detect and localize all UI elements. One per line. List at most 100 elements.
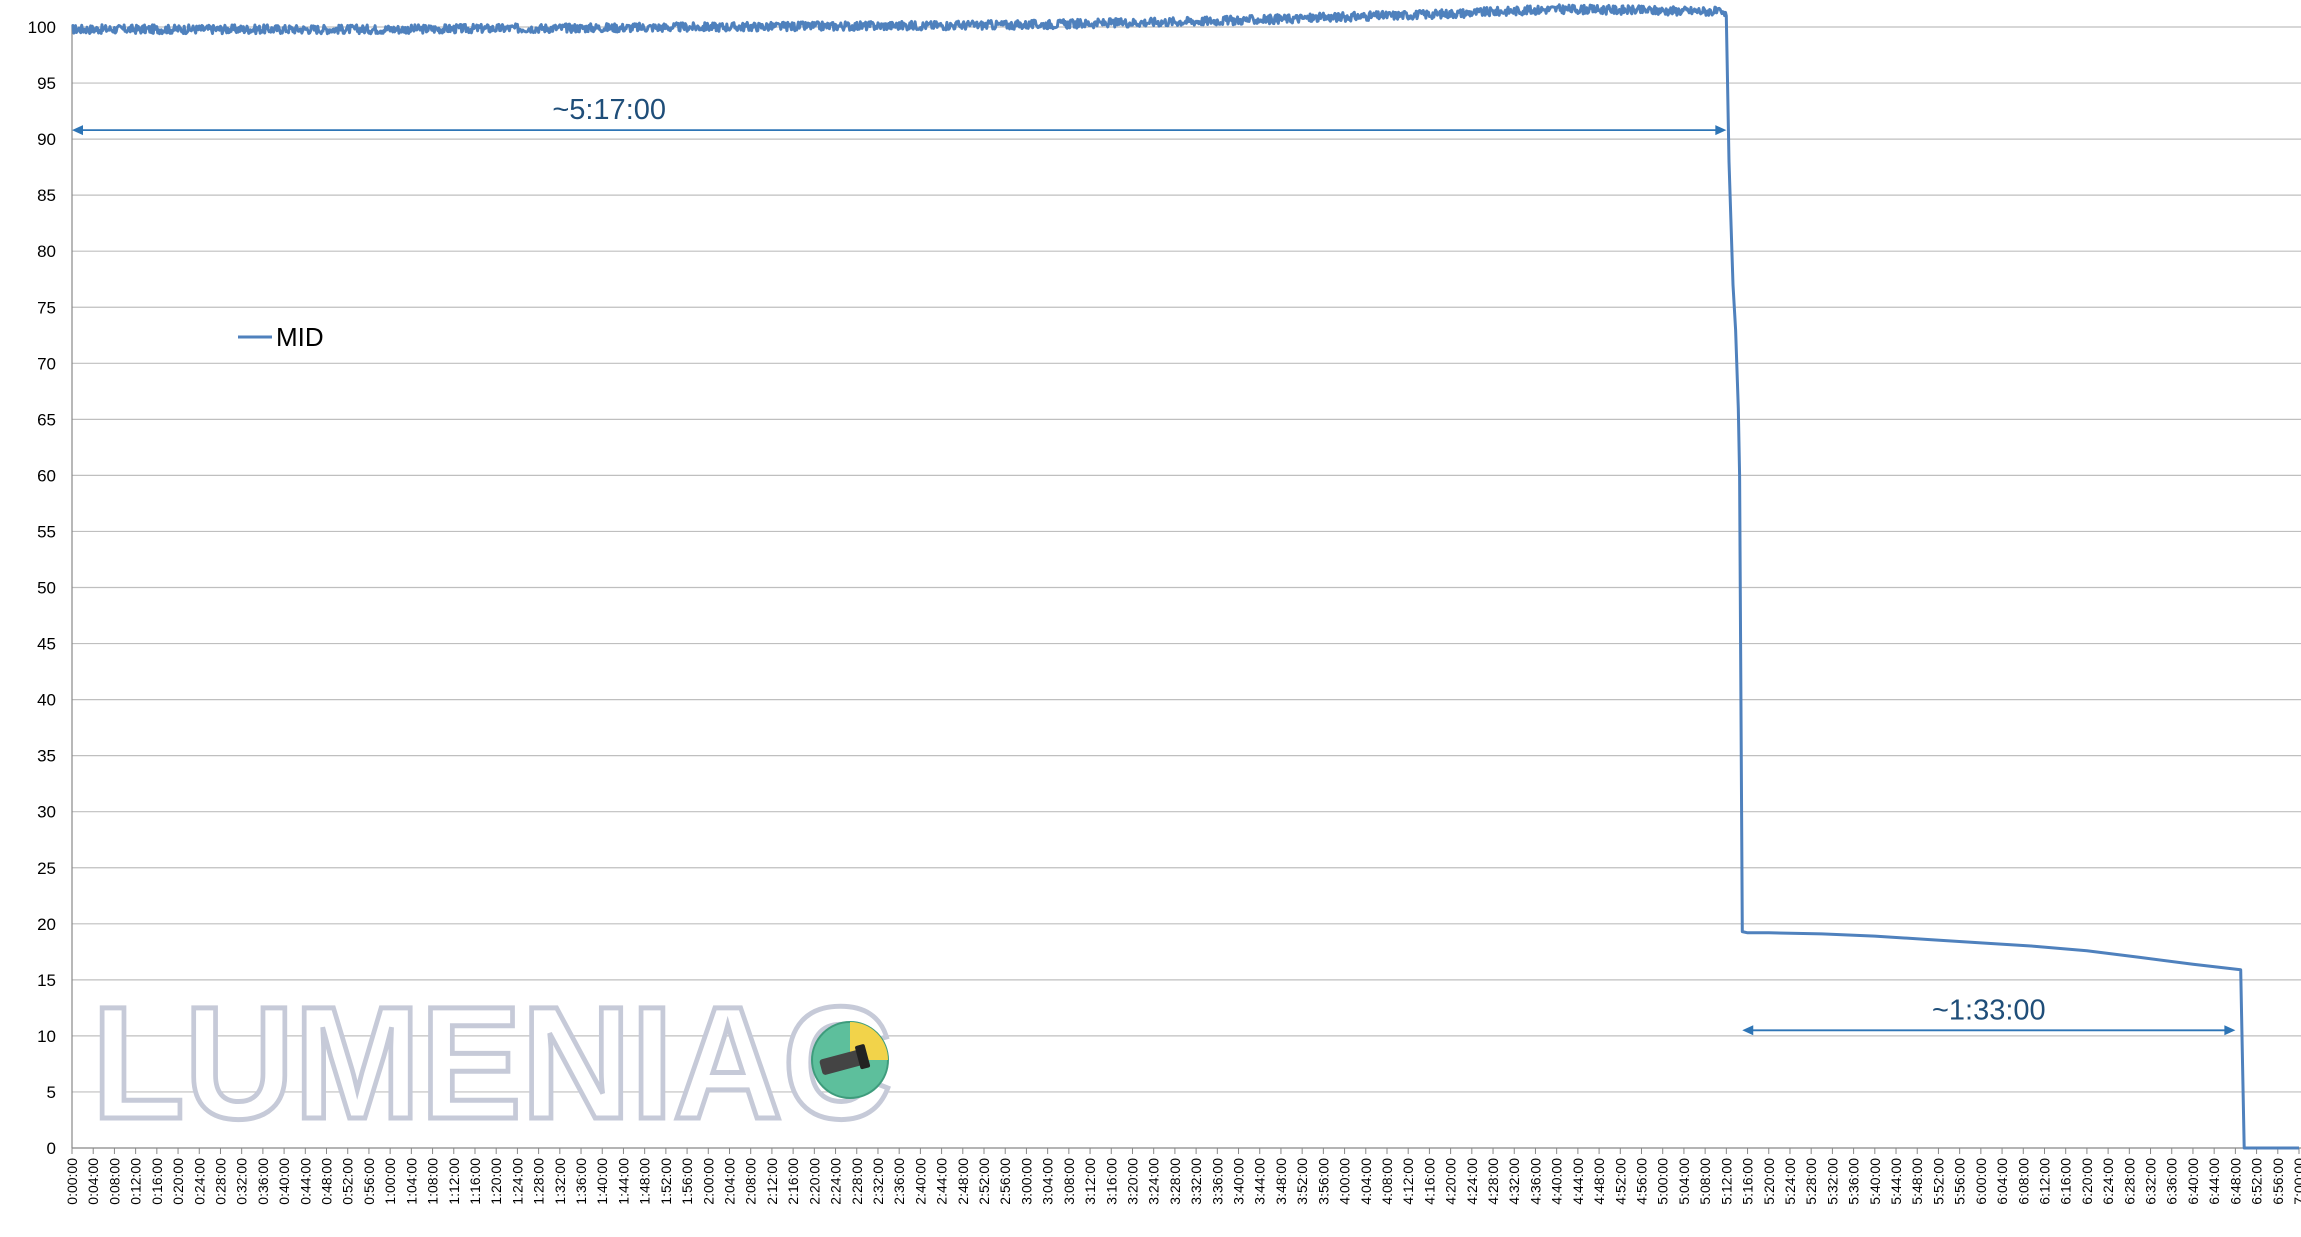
x-tick-label: 0:16:00: [149, 1158, 165, 1205]
annotation-label: ~1:33:00: [1932, 994, 2046, 1026]
x-tick-label: 5:24:00: [1782, 1158, 1798, 1205]
x-tick-label: 6:56:00: [2270, 1158, 2286, 1205]
x-tick-label: 1:12:00: [446, 1158, 462, 1205]
x-tick-label: 4:28:00: [1485, 1158, 1501, 1205]
y-tick-label: 75: [37, 298, 56, 317]
x-tick-label: 0:12:00: [128, 1158, 144, 1205]
y-axis-ticks: 0 5 10 15 20 25 30 35 40 45 50 55 60 65 70 75 80 85 90 95 10…: [28, 18, 56, 1158]
y-tick-label: 5: [47, 1083, 56, 1102]
x-tick-label: 3:28:00: [1167, 1158, 1183, 1205]
y-tick-label: 30: [37, 803, 56, 822]
y-tick-label: 45: [37, 635, 56, 654]
x-tick-label: 2:16:00: [785, 1158, 801, 1205]
x-tick-label: 1:56:00: [679, 1158, 695, 1205]
x-tick-label: 4:32:00: [1506, 1158, 1522, 1205]
y-tick-label: 35: [37, 747, 56, 766]
x-tick-label: 6:00:00: [1973, 1158, 1989, 1205]
x-tick-label: 4:20:00: [1443, 1158, 1459, 1205]
x-tick-label: 6:08:00: [2015, 1158, 2031, 1205]
x-tick-label: 3:08:00: [1061, 1158, 1077, 1205]
x-tick-label: 1:32:00: [552, 1158, 568, 1205]
x-tick-label: 3:32:00: [1188, 1158, 1204, 1205]
x-tick-label: 4:16:00: [1421, 1158, 1437, 1205]
x-tick-label: 2:44:00: [934, 1158, 950, 1205]
x-tick-label: 5:00:00: [1655, 1158, 1671, 1205]
x-tick-label: 6:20:00: [2079, 1158, 2095, 1205]
x-tick-label: 3:44:00: [1252, 1158, 1268, 1205]
x-tick-label: 0:20:00: [170, 1158, 186, 1205]
x-tick-label: 4:48:00: [1591, 1158, 1607, 1205]
x-tick-label: 3:40:00: [1231, 1158, 1247, 1205]
y-tick-label: 10: [37, 1027, 56, 1046]
y-tick-label: 80: [37, 242, 56, 261]
x-tick-label: 1:28:00: [531, 1158, 547, 1205]
x-tick-label: 5:40:00: [1867, 1158, 1883, 1205]
x-axis-ticks: 0:00:00 0:04:00 0:08:00 0:12:00 0:16:00 0:20:…: [64, 1148, 2301, 1205]
x-tick-label: 6:36:00: [2164, 1158, 2180, 1205]
annotations: ~5:17:00 ~1:33:00: [72, 94, 2236, 1036]
x-tick-label: 1:48:00: [637, 1158, 653, 1205]
y-tick-label: 25: [37, 859, 56, 878]
x-tick-label: 1:20:00: [488, 1158, 504, 1205]
x-tick-label: 2:24:00: [828, 1158, 844, 1205]
x-tick-label: 2:12:00: [764, 1158, 780, 1205]
x-tick-label: 4:04:00: [1358, 1158, 1374, 1205]
x-tick-label: 2:48:00: [955, 1158, 971, 1205]
y-tick-label: 85: [37, 186, 56, 205]
x-tick-label: 5:44:00: [1888, 1158, 1904, 1205]
x-tick-label: 4:12:00: [1400, 1158, 1416, 1205]
x-tick-label: 5:52:00: [1930, 1158, 1946, 1205]
x-tick-label: 6:12:00: [2036, 1158, 2052, 1205]
x-tick-label: 5:12:00: [1718, 1158, 1734, 1205]
chart: 0 5 10 15 20 25 30 35 40 45 50 55 60 65 70 75 80 85 90 95 10…: [28, 3, 2301, 1205]
x-tick-label: 3:16:00: [1103, 1158, 1119, 1205]
x-tick-label: 4:44:00: [1570, 1158, 1586, 1205]
x-tick-label: 0:40:00: [276, 1158, 292, 1205]
x-tick-label: 2:56:00: [997, 1158, 1013, 1205]
grid: [72, 26, 2301, 1093]
x-tick-label: 3:04:00: [1040, 1158, 1056, 1205]
x-tick-label: 2:36:00: [891, 1158, 907, 1205]
x-tick-label: 0:24:00: [191, 1158, 207, 1205]
x-tick-label: 2:52:00: [976, 1158, 992, 1205]
x-tick-label: 6:28:00: [2121, 1158, 2137, 1205]
x-tick-label: 0:56:00: [361, 1158, 377, 1205]
x-tick-label: 3:20:00: [1124, 1158, 1140, 1205]
x-tick-label: 4:52:00: [1612, 1158, 1628, 1205]
x-tick-label: 0:08:00: [106, 1158, 122, 1205]
x-tick-label: 3:24:00: [1146, 1158, 1162, 1205]
x-tick-label: 4:36:00: [1527, 1158, 1543, 1205]
legend-label-mid: MID: [276, 322, 324, 352]
annotation-arrowhead-right: [2224, 1025, 2236, 1036]
x-tick-label: 5:16:00: [1740, 1158, 1756, 1205]
watermark: LUMENIAC: [90, 971, 895, 1155]
x-tick-label: 1:16:00: [467, 1158, 483, 1205]
x-tick-label: 2:40:00: [912, 1158, 928, 1205]
x-tick-label: 5:36:00: [1846, 1158, 1862, 1205]
x-tick-label: 6:16:00: [2058, 1158, 2074, 1205]
x-tick-label: 6:44:00: [2206, 1158, 2222, 1205]
y-tick-label: 100: [28, 18, 56, 37]
x-tick-label: 3:00:00: [1018, 1158, 1034, 1205]
x-tick-label: 5:56:00: [1952, 1158, 1968, 1205]
x-tick-label: 2:08:00: [743, 1158, 759, 1205]
x-tick-label: 2:28:00: [849, 1158, 865, 1205]
x-tick-label: 4:24:00: [1464, 1158, 1480, 1205]
y-tick-label: 90: [37, 130, 56, 149]
x-tick-label: 0:48:00: [319, 1158, 335, 1205]
annotation-arrowhead-left: [72, 125, 83, 136]
x-tick-label: 6:32:00: [2143, 1158, 2159, 1205]
x-tick-label: 5:32:00: [1824, 1158, 1840, 1205]
x-tick-label: 5:28:00: [1803, 1158, 1819, 1205]
x-tick-label: 5:20:00: [1761, 1158, 1777, 1205]
x-tick-label: 1:24:00: [509, 1158, 525, 1205]
x-tick-label: 0:32:00: [234, 1158, 250, 1205]
y-tick-label: 20: [37, 915, 56, 934]
x-tick-label: 2:04:00: [721, 1158, 737, 1205]
x-tick-label: 5:04:00: [1676, 1158, 1692, 1205]
y-tick-label: 60: [37, 466, 56, 485]
x-tick-label: 1:00:00: [382, 1158, 398, 1205]
x-tick-label: 1:40:00: [594, 1158, 610, 1205]
x-tick-label: 3:56:00: [1315, 1158, 1331, 1205]
x-tick-label: 1:04:00: [403, 1158, 419, 1205]
